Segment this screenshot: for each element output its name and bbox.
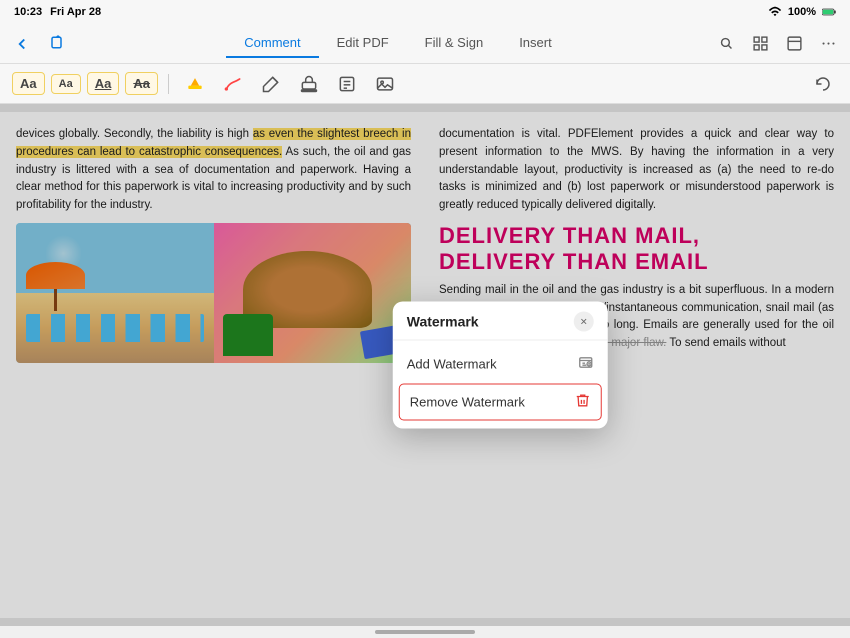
nav-right: [714, 32, 840, 56]
text-style-normal-1[interactable]: Aa: [12, 72, 45, 95]
home-indicator: [375, 630, 475, 634]
search-button[interactable]: [714, 32, 738, 56]
back-button[interactable]: [10, 32, 34, 56]
stamp-button[interactable]: [293, 70, 325, 98]
nav-tabs: Comment Edit PDF Fill & Sign Insert: [82, 29, 714, 58]
toolbar: Aa Aa Aa Aa: [0, 64, 850, 104]
text-label-2: Aa: [59, 78, 73, 90]
undo-button[interactable]: [808, 71, 838, 97]
status-left: 10:23 Fri Apr 28: [14, 6, 101, 18]
nav-bar: Comment Edit PDF Fill & Sign Insert: [0, 24, 850, 64]
content-area: devices globally. Secondly, the liabilit…: [0, 104, 850, 626]
underline-draw-button[interactable]: [217, 70, 249, 98]
nav-left: [10, 32, 70, 56]
text-label-1: Aa: [20, 76, 37, 91]
modal-overlay: Watermark × Add Watermark Remove Waterma…: [0, 104, 850, 626]
text-style-underline[interactable]: Aa: [87, 72, 120, 95]
bottom-bar: [0, 626, 850, 638]
remove-watermark-item[interactable]: Remove Watermark: [399, 384, 602, 421]
status-bar: 10:23 Fri Apr 28 100%: [0, 0, 850, 24]
tab-comment[interactable]: Comment: [226, 29, 318, 58]
text-style-normal-2[interactable]: Aa: [51, 74, 81, 94]
grid-button[interactable]: [748, 32, 772, 56]
add-watermark-icon: [578, 355, 594, 374]
battery-icon: [822, 5, 836, 19]
text-label-3: Aa: [95, 76, 112, 91]
modal-close-button[interactable]: ×: [574, 312, 594, 332]
modal-title: Watermark: [407, 314, 479, 330]
close-icon: ×: [580, 315, 587, 329]
delete-icon: [575, 393, 591, 412]
add-watermark-item[interactable]: Add Watermark: [393, 347, 608, 382]
highlight-button[interactable]: [179, 70, 211, 98]
tab-insert[interactable]: Insert: [501, 29, 570, 58]
layout-button[interactable]: [782, 32, 806, 56]
pencil-button[interactable]: [255, 70, 287, 98]
modal-body: Add Watermark Remove Watermark: [393, 341, 608, 429]
more-button[interactable]: [816, 32, 840, 56]
share-button[interactable]: [46, 32, 70, 56]
tab-fill-sign[interactable]: Fill & Sign: [407, 29, 502, 58]
toolbar-divider-1: [168, 74, 169, 94]
status-right: 100%: [768, 5, 836, 19]
time-display: 10:23: [14, 6, 42, 18]
modal-header: Watermark ×: [393, 302, 608, 341]
tab-edit-pdf[interactable]: Edit PDF: [319, 29, 407, 58]
date-display: Fri Apr 28: [50, 6, 101, 18]
text-label-4: Aa: [133, 76, 150, 91]
watermark-modal: Watermark × Add Watermark Remove Waterma…: [393, 302, 608, 429]
note-button[interactable]: [331, 70, 363, 98]
remove-watermark-label: Remove Watermark: [410, 395, 525, 410]
wifi-icon: [768, 5, 782, 19]
text-style-strikethrough[interactable]: Aa: [125, 72, 158, 95]
battery-display: 100%: [788, 6, 816, 18]
image-button[interactable]: [369, 70, 401, 98]
add-watermark-label: Add Watermark: [407, 357, 497, 372]
